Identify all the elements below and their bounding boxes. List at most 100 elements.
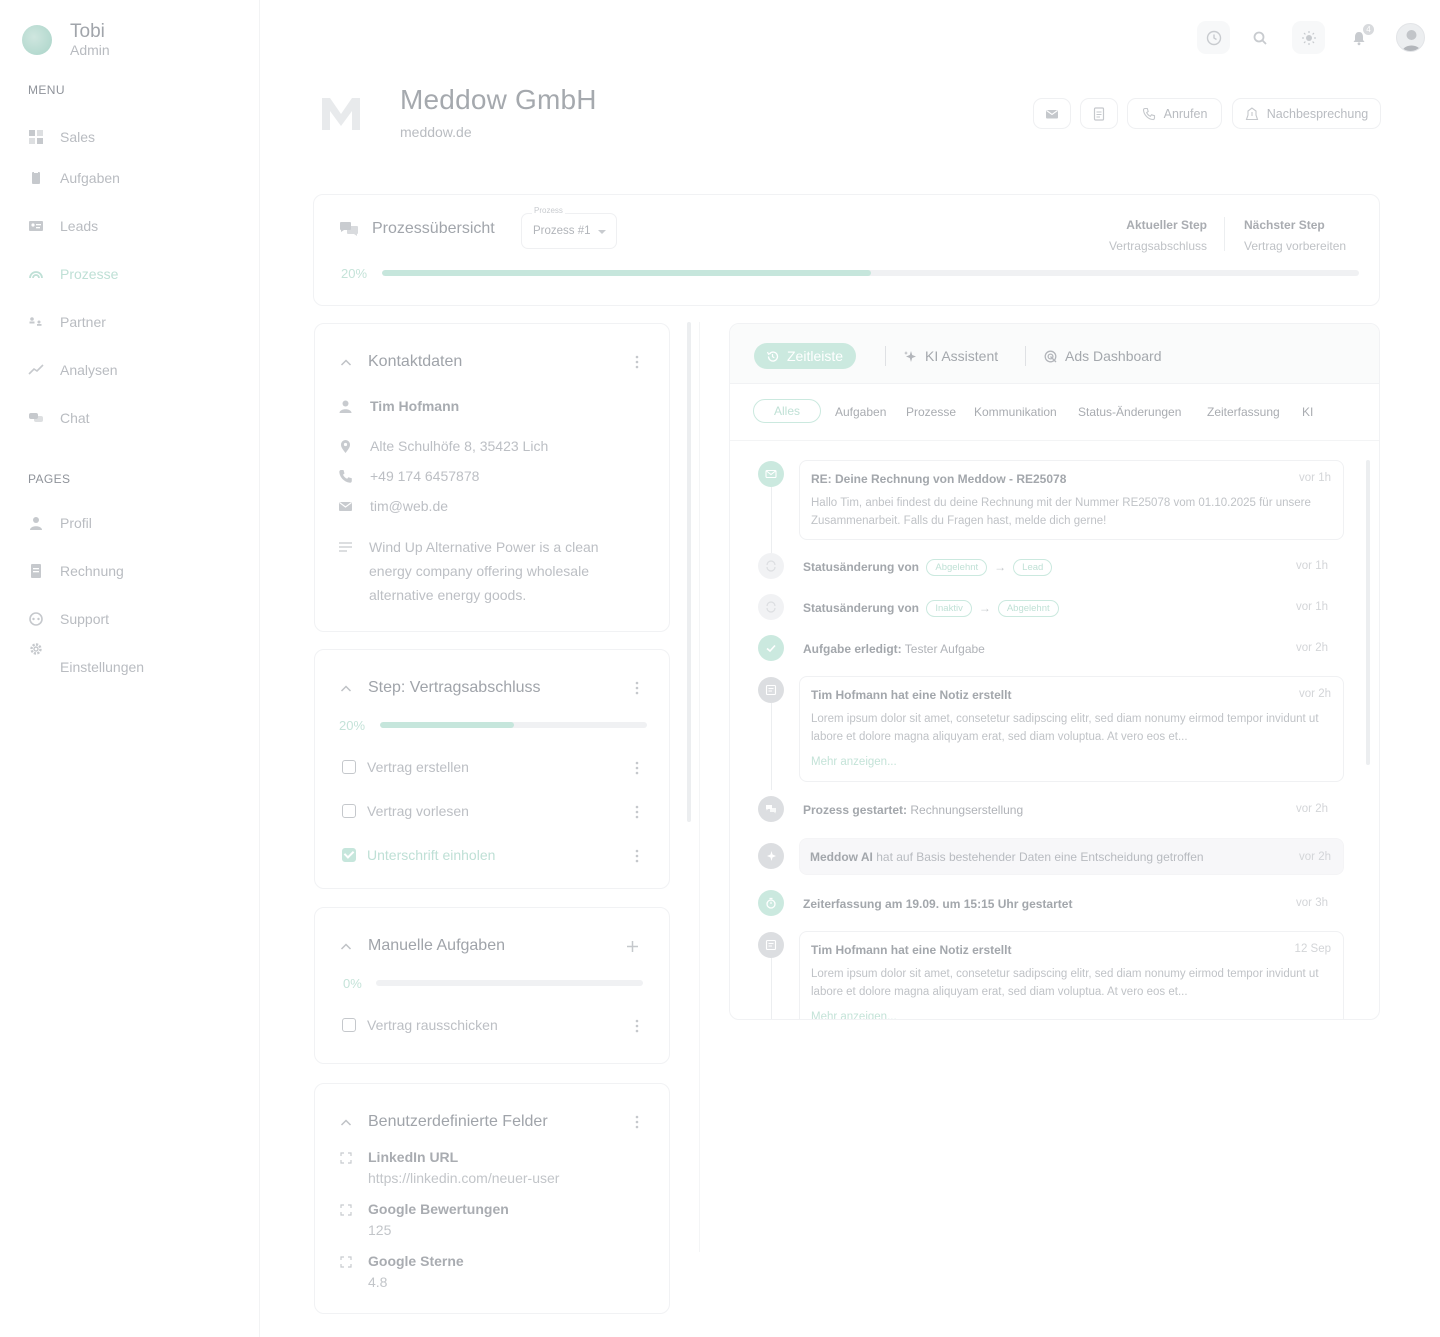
company-domain[interactable]: meddow.de — [400, 124, 472, 140]
sidebar-item-einstellungen[interactable]: Einstellungen — [28, 643, 144, 675]
chevron-up-icon[interactable] — [340, 1117, 352, 1129]
custom-field-value[interactable]: https://linkedin.com/neuer-user — [368, 1170, 559, 1186]
theme-toggle-button[interactable] — [1292, 21, 1325, 54]
sidebar-item-rechnung[interactable]: Rechnung — [28, 561, 124, 581]
brand[interactable]: Tobi Admin — [22, 22, 110, 58]
more-vertical-icon[interactable] — [635, 1115, 639, 1129]
task-row[interactable]: Vertrag vorlesen — [342, 803, 642, 819]
contact-phone-row[interactable]: +49 174 6457878 — [338, 468, 479, 484]
sidebar-item-profil[interactable]: Profil — [28, 513, 92, 533]
column-divider — [699, 322, 700, 1252]
map-pin-icon — [341, 439, 350, 453]
arrow-right-icon: → — [978, 601, 991, 615]
chevron-up-icon[interactable] — [340, 357, 352, 369]
left-column-scrollbar[interactable] — [687, 322, 691, 822]
call-button[interactable]: Anrufen — [1127, 98, 1222, 129]
show-more-link[interactable]: Mehr anzeigen... — [811, 756, 897, 768]
filter-zeiterfassung[interactable]: Zeiterfassung — [1207, 405, 1280, 419]
filter-status-aenderungen[interactable]: Status-Änderungen — [1078, 405, 1181, 419]
gear-icon — [30, 643, 42, 655]
swap-icon — [766, 601, 776, 613]
filter-aufgaben[interactable]: Aufgaben — [835, 405, 886, 419]
call-button-label: Anrufen — [1163, 106, 1208, 121]
more-vertical-icon[interactable] — [635, 805, 639, 819]
company-logo — [322, 98, 360, 130]
chevron-up-icon[interactable] — [340, 941, 352, 953]
show-more-link[interactable]: Mehr anzeigen... — [811, 1011, 897, 1019]
user-avatar-button[interactable] — [1396, 23, 1425, 52]
tab-ads-dashboard[interactable]: Ads Dashboard — [1044, 343, 1162, 369]
filter-ki[interactable]: KI — [1302, 405, 1313, 419]
note-icon — [765, 939, 777, 951]
sidebar-item-label: Chat — [60, 410, 90, 426]
task-row[interactable]: Vertrag rausschicken — [342, 1017, 642, 1033]
timeline-filters: Alles Aufgaben Prozesse Kommunikation St… — [730, 384, 1379, 441]
rainbow-icon — [29, 271, 43, 279]
debrief-button[interactable]: Nachbesprechung — [1232, 98, 1381, 129]
arrow-right-icon: → — [994, 560, 1007, 574]
status-change-event: Statusänderung von Inaktiv → Abgelehnt — [803, 600, 1063, 617]
event-time: vor 1h — [1299, 472, 1331, 484]
task-checkbox[interactable] — [342, 760, 356, 774]
note-event[interactable]: Tim Hofmann hat eine Notiz erstellt vor … — [799, 676, 1344, 782]
contact-email-row[interactable]: tim@web.de — [338, 498, 448, 514]
ai-event[interactable]: Meddow AI hat auf Basis bestehender Date… — [799, 838, 1344, 875]
process-select-label: Prozess — [532, 206, 565, 215]
step-card-title: Step: Vertragsabschluss — [368, 679, 541, 696]
note-event-body: Lorem ipsum dolor sit amet, consetetur s… — [811, 713, 1319, 743]
sidebar-item-support[interactable]: Support — [28, 609, 109, 629]
task-checkbox[interactable] — [342, 1018, 356, 1032]
more-vertical-icon[interactable] — [635, 355, 639, 369]
timeline-scrollbar[interactable] — [1366, 460, 1370, 765]
filter-prozesse[interactable]: Prozesse — [906, 405, 956, 419]
ai-event-description: hat auf Basis bestehender Daten eine Ent… — [876, 850, 1204, 864]
step-progress-label: 20% — [339, 718, 366, 733]
more-vertical-icon[interactable] — [635, 761, 639, 775]
process-progress-bar — [382, 270, 1359, 276]
history-button[interactable] — [1197, 21, 1230, 54]
task-row[interactable]: Vertrag erstellen — [342, 759, 642, 775]
filter-alles[interactable]: Alles — [753, 399, 821, 423]
contact-card-title: Kontaktdaten — [368, 353, 463, 370]
next-step-value: Vertrag vorbereiten — [1244, 239, 1347, 253]
task-done-text: Tester Aufgabe — [904, 642, 985, 656]
document-button[interactable] — [1080, 98, 1118, 129]
search-button[interactable] — [1243, 21, 1276, 54]
sidebar-item-aufgaben[interactable]: Aufgaben — [28, 168, 120, 188]
divider — [885, 346, 886, 366]
sidebar-item-chat[interactable]: Chat — [28, 408, 90, 428]
chevron-up-icon[interactable] — [340, 683, 352, 695]
tab-ki-assistent[interactable]: KI Assistent — [904, 343, 998, 369]
process-started-event: Prozess gestartet: Rechnungserstellung — [803, 803, 1023, 817]
status-event-marker — [758, 594, 784, 620]
trend-icon — [28, 364, 44, 375]
notifications-button[interactable]: 4 — [1342, 21, 1375, 54]
sidebar-item-partner[interactable]: Partner — [28, 312, 106, 332]
email-event[interactable]: RE: Deine Rechnung von Meddow - RE25078 … — [799, 460, 1344, 540]
process-select[interactable]: Prozess Prozess #1 — [521, 206, 617, 249]
sidebar-item-analysen[interactable]: Analysen — [28, 360, 118, 380]
more-vertical-icon[interactable] — [635, 681, 639, 695]
ai-event-actor: Meddow AI — [810, 850, 873, 864]
sidebar-item-leads[interactable]: Leads — [28, 216, 98, 236]
timer-event-marker — [758, 890, 784, 916]
note-event[interactable]: Tim Hofmann hat eine Notiz erstellt 12 S… — [799, 931, 1344, 1019]
task-event-marker — [758, 635, 784, 661]
task-row[interactable]: Unterschrift einholen — [342, 847, 642, 863]
sidebar-item-prozesse[interactable]: Prozesse — [28, 264, 118, 284]
clock-icon — [1206, 30, 1221, 45]
more-vertical-icon[interactable] — [635, 849, 639, 863]
tab-zeitleiste[interactable]: Zeitleiste — [754, 343, 857, 369]
pages-section-label: PAGES — [28, 472, 71, 486]
sidebar-item-sales[interactable]: Sales — [28, 127, 95, 147]
tab-label: Ads Dashboard — [1065, 348, 1162, 364]
more-vertical-icon[interactable] — [635, 1019, 639, 1033]
envelope-icon — [765, 469, 777, 479]
plus-icon[interactable] — [626, 940, 639, 953]
sparkle-icon — [904, 350, 916, 362]
filter-kommunikation[interactable]: Kommunikation — [974, 405, 1057, 419]
task-checkbox-checked[interactable] — [342, 848, 356, 862]
task-checkbox[interactable] — [342, 804, 356, 818]
email-button[interactable] — [1033, 98, 1071, 129]
status-change-prefix: Statusänderung von — [803, 601, 920, 615]
